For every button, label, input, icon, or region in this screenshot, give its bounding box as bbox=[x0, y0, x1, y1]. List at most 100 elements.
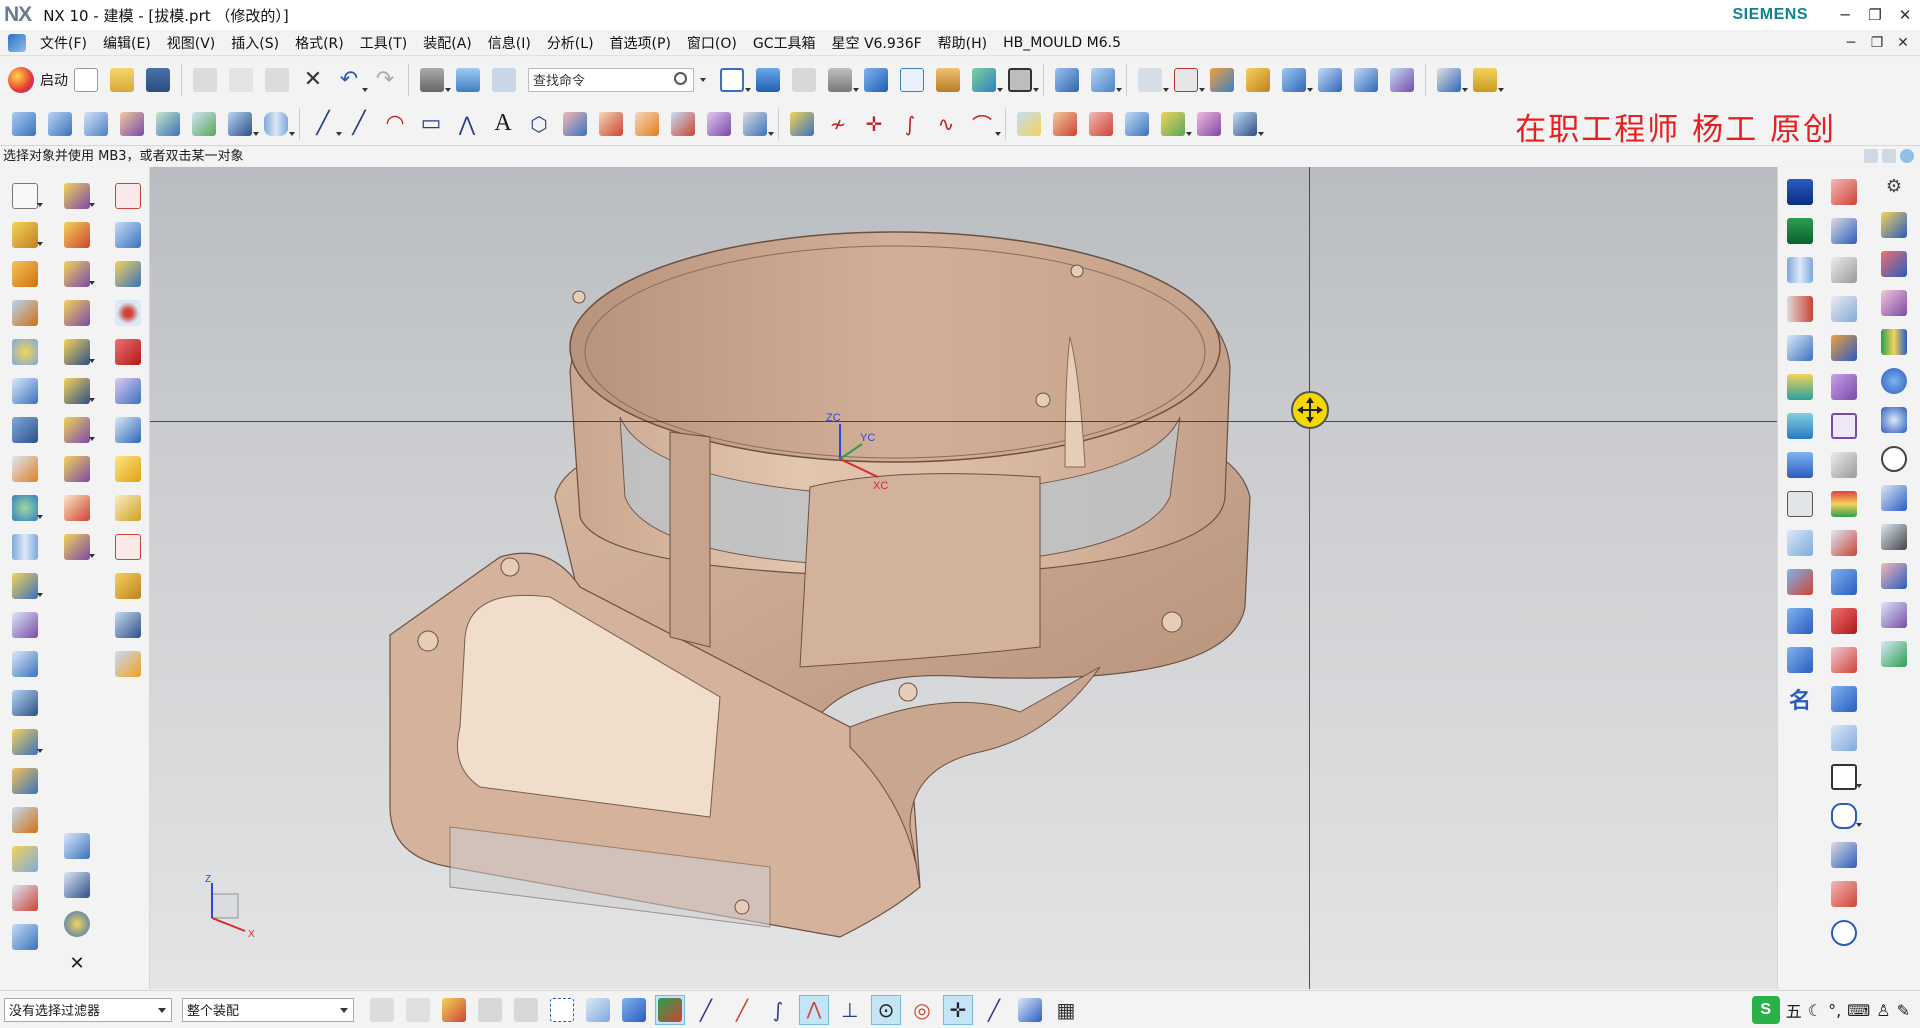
revolve-button[interactable] bbox=[10, 259, 40, 289]
app-menu-icon[interactable] bbox=[8, 33, 26, 52]
feature-d-button[interactable]: ✕ bbox=[62, 948, 92, 978]
pull-face-button[interactable] bbox=[62, 220, 92, 250]
resource-gear-icon[interactable] bbox=[1900, 149, 1914, 163]
project-curve-button[interactable] bbox=[559, 108, 591, 140]
snap-center-button[interactable]: ⊙ bbox=[871, 994, 901, 1025]
book-button[interactable] bbox=[10, 532, 40, 562]
sogou-logo[interactable]: S bbox=[1751, 996, 1780, 1024]
resource-pin-icon[interactable] bbox=[1864, 149, 1878, 163]
curve-edit-4[interactable]: ∫ bbox=[894, 108, 926, 140]
analysis-14[interactable] bbox=[1829, 684, 1859, 714]
snap-intersect-button[interactable]: ✛ bbox=[943, 994, 973, 1025]
hole-button[interactable] bbox=[10, 298, 40, 328]
resource-11[interactable] bbox=[1879, 600, 1909, 630]
datum-plane-button[interactable] bbox=[113, 220, 143, 250]
analysis-7[interactable] bbox=[1829, 411, 1859, 441]
text-button[interactable]: A bbox=[487, 108, 519, 140]
surface-edit-6[interactable] bbox=[1193, 108, 1225, 140]
feature-b-button[interactable] bbox=[62, 870, 92, 900]
mold-tool-7[interactable] bbox=[1785, 411, 1815, 441]
mirror-face-button[interactable] bbox=[62, 415, 95, 445]
resource-6[interactable] bbox=[1879, 405, 1909, 435]
mold-tool-6[interactable] bbox=[1785, 372, 1815, 402]
datum-axis-button[interactable] bbox=[113, 259, 143, 289]
measure-button[interactable] bbox=[1433, 64, 1468, 96]
pattern-face-button[interactable] bbox=[62, 376, 95, 406]
surface-tool-3[interactable] bbox=[80, 108, 112, 140]
background-button[interactable] bbox=[1004, 64, 1039, 96]
bridge-curve-button[interactable] bbox=[703, 108, 735, 140]
doc-minimize-icon[interactable]: ─ bbox=[1838, 30, 1864, 56]
surface-edit-7[interactable] bbox=[1229, 108, 1264, 140]
yellow-face-button[interactable] bbox=[113, 454, 143, 484]
rectangle-button[interactable]: ▭ bbox=[415, 108, 447, 140]
menu-preferences[interactable]: 首选项(P) bbox=[602, 33, 679, 53]
select-body-button[interactable] bbox=[619, 995, 649, 1025]
wrench-icon[interactable]: ✎ bbox=[1897, 1001, 1910, 1020]
curve-edit-5[interactable]: ∿ bbox=[930, 108, 962, 140]
resource-layout-icon[interactable] bbox=[1882, 149, 1896, 163]
rib-face-button[interactable] bbox=[62, 493, 92, 523]
curve-edit-3[interactable]: ✛ bbox=[858, 108, 890, 140]
restore-icon[interactable]: ❐ bbox=[1860, 0, 1890, 30]
synchronous-button[interactable] bbox=[10, 922, 40, 952]
replace-face-button[interactable] bbox=[10, 727, 43, 757]
shaded-button[interactable] bbox=[860, 64, 892, 96]
resource-5[interactable] bbox=[1879, 366, 1909, 396]
settings-button[interactable]: ⚙ bbox=[1879, 171, 1909, 201]
unite-button[interactable] bbox=[10, 493, 43, 523]
edge-blend-button[interactable] bbox=[113, 649, 143, 679]
mold-tool-1[interactable] bbox=[1785, 177, 1815, 207]
rotate-button[interactable] bbox=[788, 64, 820, 96]
curve-edit-6[interactable]: ⌒ bbox=[966, 108, 1001, 140]
surface-tool-1[interactable] bbox=[8, 108, 40, 140]
analysis-20[interactable] bbox=[1829, 918, 1859, 948]
views-button[interactable] bbox=[968, 64, 1003, 96]
snap-polyline-button[interactable]: ⋀ bbox=[799, 994, 829, 1025]
snap-tangent-button[interactable]: ╱ bbox=[979, 995, 1009, 1025]
delete-button[interactable]: ✕ bbox=[297, 64, 329, 96]
analysis-19[interactable] bbox=[1829, 879, 1859, 909]
delete-body-button[interactable] bbox=[10, 688, 40, 718]
pad-button[interactable] bbox=[10, 415, 40, 445]
delete-face-button[interactable] bbox=[62, 532, 95, 562]
surface-tool-4[interactable] bbox=[116, 108, 148, 140]
moon-icon[interactable]: ☾ bbox=[1808, 1001, 1822, 1020]
resource-8[interactable] bbox=[1879, 483, 1909, 513]
resource-1[interactable] bbox=[1879, 210, 1909, 240]
paste-button[interactable] bbox=[261, 64, 293, 96]
tool-b-button[interactable] bbox=[1242, 64, 1274, 96]
menu-information[interactable]: 信息(I) bbox=[480, 33, 539, 53]
snap-line-button[interactable]: ╱ bbox=[691, 995, 721, 1025]
menu-edit[interactable]: 编辑(E) bbox=[95, 33, 159, 53]
repeat-command-button[interactable] bbox=[452, 64, 484, 96]
analysis-16[interactable] bbox=[1829, 762, 1862, 792]
menu-gc-toolbox[interactable]: GC工具箱 bbox=[745, 33, 824, 53]
menu-xingkong[interactable]: 星空 V6.936F bbox=[824, 33, 930, 53]
tool-e-button[interactable] bbox=[1350, 64, 1382, 96]
undo-button[interactable]: ↶ bbox=[333, 64, 368, 96]
save-button[interactable] bbox=[142, 64, 174, 96]
analysis-6[interactable] bbox=[1829, 372, 1859, 402]
sketch-button[interactable] bbox=[10, 181, 43, 211]
select-face-button[interactable] bbox=[583, 995, 613, 1025]
menu-view[interactable]: 视图(V) bbox=[159, 33, 224, 53]
mold-tool-13[interactable] bbox=[1785, 645, 1815, 675]
isoparametric-button[interactable] bbox=[631, 108, 663, 140]
model-svg[interactable]: ZC YC XC Z X bbox=[150, 167, 1777, 989]
copy-button[interactable] bbox=[225, 64, 257, 96]
mold-tool-14[interactable]: 名 bbox=[1785, 684, 1815, 714]
move-face-button[interactable] bbox=[62, 181, 95, 211]
offset-region-button[interactable] bbox=[62, 259, 95, 289]
feature-select-button[interactable] bbox=[403, 995, 433, 1025]
arc-button[interactable]: ◠ bbox=[379, 108, 411, 140]
group-face-button[interactable] bbox=[62, 454, 92, 484]
menu-help[interactable]: 帮助(H) bbox=[930, 33, 995, 53]
resource-4[interactable] bbox=[1879, 327, 1909, 357]
patch-button[interactable] bbox=[10, 766, 40, 796]
snap-endpoint-button[interactable] bbox=[655, 994, 685, 1025]
open-button[interactable] bbox=[106, 64, 138, 96]
analysis-15[interactable] bbox=[1829, 723, 1859, 753]
analysis-10[interactable] bbox=[1829, 528, 1859, 558]
menu-tools[interactable]: 工具(T) bbox=[352, 33, 415, 53]
